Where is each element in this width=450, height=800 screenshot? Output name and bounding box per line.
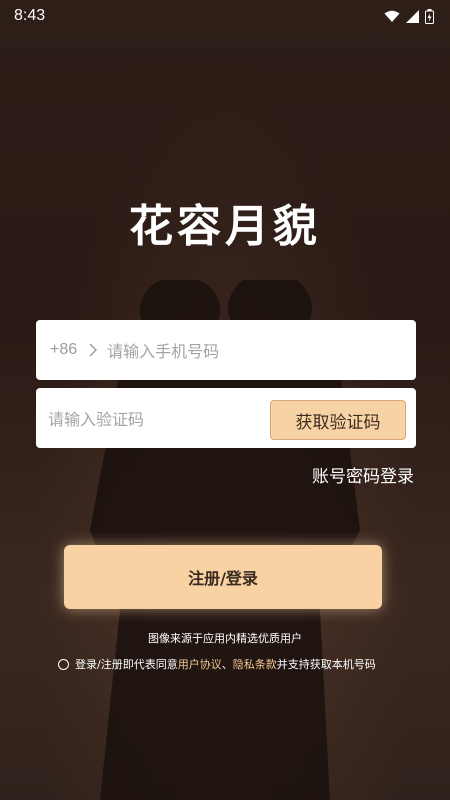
verification-code-field[interactable]: 请输入验证码 获取验证码 xyxy=(36,388,416,448)
account-password-login-link[interactable]: 账号密码登录 xyxy=(312,462,414,487)
signal-icon xyxy=(406,9,419,23)
code-input-placeholder[interactable]: 请输入验证码 xyxy=(48,406,144,430)
privacy-link[interactable]: 隐私条款 xyxy=(233,656,277,672)
status-bar: 8:43 xyxy=(0,0,450,32)
agreement-row: 登录/注册即代表同意 用户协议 、 隐私条款 并支持获取本机号码 xyxy=(58,656,376,672)
agreement-radio[interactable] xyxy=(58,658,69,670)
user-agreement-link[interactable]: 用户协议 xyxy=(178,656,222,672)
country-code-prefix[interactable]: +86 xyxy=(50,341,77,359)
agreement-suffix: 并支持获取本机号码 xyxy=(276,658,376,671)
wifi-icon xyxy=(384,10,400,22)
app-logo: 花容月貌 xyxy=(129,201,321,252)
get-code-button[interactable]: 获取验证码 xyxy=(270,400,406,440)
chevron-right-icon[interactable] xyxy=(89,343,98,357)
phone-input-placeholder[interactable]: 请输入手机号码 xyxy=(107,338,219,362)
image-source-note: 图像来源于应用内精选优质用户 xyxy=(148,632,302,645)
status-icons xyxy=(384,8,434,24)
battery-icon xyxy=(425,8,434,24)
phone-field[interactable]: +86 请输入手机号码 xyxy=(36,320,416,380)
register-login-button[interactable]: 注册/登录 xyxy=(64,545,382,609)
agreement-prefix: 登录/注册即代表同意 xyxy=(75,658,178,671)
status-time: 8:43 xyxy=(14,7,46,24)
agreement-separator: 、 xyxy=(221,658,233,671)
